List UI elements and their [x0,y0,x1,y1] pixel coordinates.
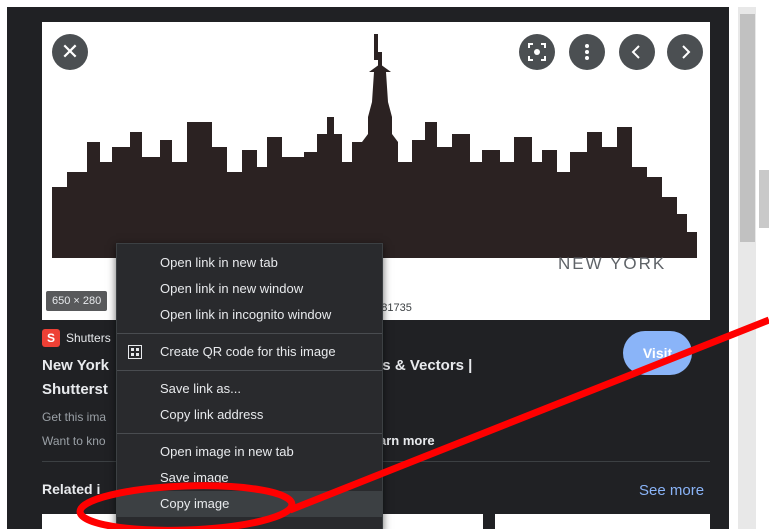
source-row[interactable]: S Shutters [42,328,111,348]
shutterstock-logo-icon: S [42,329,60,347]
visit-button[interactable]: Visit [623,331,692,375]
menu-separator [117,370,382,371]
menu-item-open-link-incognito[interactable]: Open link in incognito window [117,302,382,328]
close-button[interactable]: ✕ [52,34,88,70]
related-heading: Related i [42,481,101,497]
context-menu: Open link in new tab Open link in new wi… [116,243,383,529]
image-watermark-text: NEW YORK [558,254,667,273]
description-line2: Want to kno [42,434,106,448]
menu-item-open-image-new-tab[interactable]: Open image in new tab [117,439,382,465]
menu-separator [117,433,382,434]
qr-code-icon [128,345,142,359]
menu-item-open-link-new-window[interactable]: Open link in new window [117,276,382,302]
related-thumbnail[interactable] [495,514,710,529]
title-line2: Shutterst [42,381,108,398]
screenshot-stage: NEW YORK ✕ 650 × 280 m - 97781735 S Shut… [0,0,769,529]
chevron-right-icon [682,45,691,59]
see-more-link[interactable]: See more [639,482,704,499]
next-image-button[interactable] [667,34,703,70]
chevron-left-icon [631,45,640,59]
menu-item-create-qr-code[interactable]: Create QR code for this image [117,339,382,365]
menu-item-copy-image[interactable]: Copy image [117,491,382,517]
menu-item-open-link-new-tab[interactable]: Open link in new tab [117,250,382,276]
source-name: Shutters [66,331,111,345]
lens-button[interactable] [519,34,555,70]
menu-item-save-image[interactable]: Save image [117,465,382,491]
menu-item-copy-link-address[interactable]: Copy link address [117,402,382,428]
menu-item-save-link-as[interactable]: Save link as... [117,376,382,402]
scrollbar-thumb[interactable] [740,14,755,242]
description-line1: Get this ima [42,410,107,424]
image-size-badge: 650 × 280 [46,291,108,311]
lens-icon [528,43,546,61]
more-vert-icon [585,44,589,60]
more-options-button[interactable] [569,34,605,70]
menu-item-label: Create QR code for this image [160,344,336,359]
learn-more-link[interactable]: arn more [379,433,435,448]
previous-image-button[interactable] [619,34,655,70]
menu-separator [117,333,382,334]
page-scrollbar-thumb[interactable] [759,170,769,228]
title-line1-left: New York [42,357,109,374]
close-icon: ✕ [60,39,80,64]
